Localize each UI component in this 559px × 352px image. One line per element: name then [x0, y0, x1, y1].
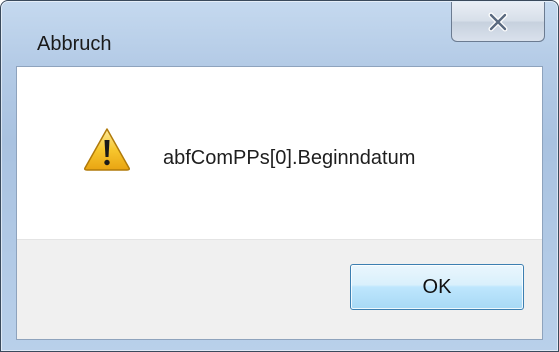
- button-bar: OK: [17, 239, 542, 339]
- dialog-title: Abbruch: [37, 33, 112, 55]
- ok-button[interactable]: OK: [350, 264, 524, 310]
- dialog-message: abfComPPs[0].Beginndatum: [163, 147, 416, 169]
- title-bar[interactable]: Abbruch: [1, 1, 558, 65]
- dialog-window: Abbruch abfComPPs[0].Beginndatum OK: [0, 0, 559, 352]
- close-button[interactable]: [451, 2, 545, 42]
- close-icon: [488, 12, 508, 31]
- message-area: abfComPPs[0].Beginndatum: [17, 67, 542, 239]
- dialog-client-area: abfComPPs[0].Beginndatum OK: [16, 66, 543, 340]
- warning-icon: [84, 128, 130, 171]
